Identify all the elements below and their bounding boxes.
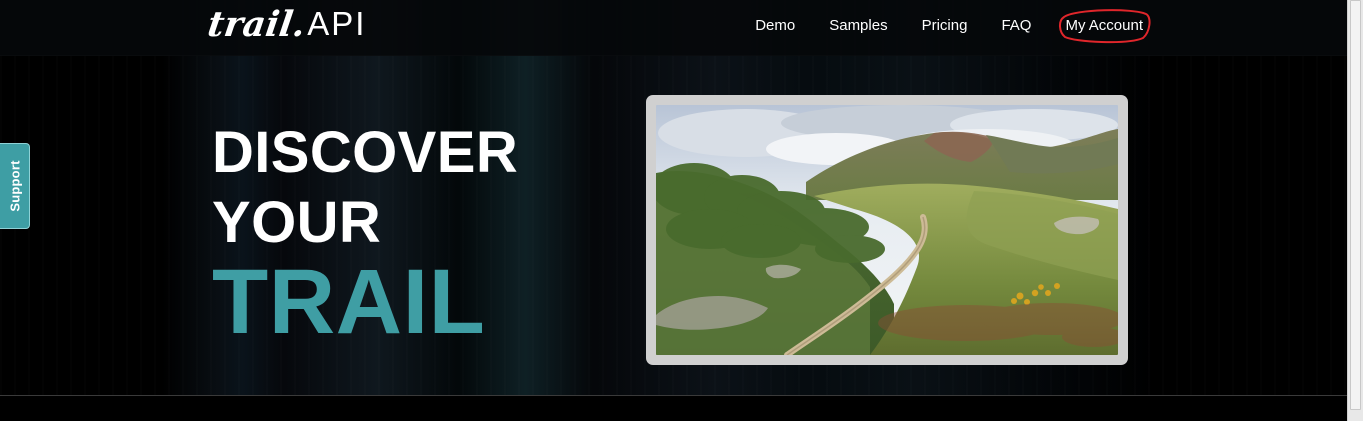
logo-script-text: trail.: [205, 3, 309, 45]
nav-my-account-label: My Account: [1065, 17, 1143, 34]
hero-photo-frame: [646, 95, 1128, 365]
site-logo[interactable]: trail. API: [205, 3, 367, 45]
nav-faq-link[interactable]: FAQ: [1001, 16, 1031, 36]
headline-line-trail: TRAIL: [212, 251, 486, 353]
nav-pricing-link[interactable]: Pricing: [922, 16, 968, 36]
nav-samples-link[interactable]: Samples: [829, 16, 887, 36]
support-tab[interactable]: Support: [0, 143, 30, 229]
vertical-scrollbar[interactable]: [1347, 0, 1363, 421]
support-label: Support: [7, 160, 22, 212]
nav-my-account-link[interactable]: My Account: [1059, 9, 1151, 44]
main-nav: Demo Samples Pricing FAQ My Account: [755, 9, 1151, 44]
logo-api-text: API: [307, 4, 367, 42]
hero-headline: DISCOVER YOUR TRAIL: [212, 118, 572, 350]
page-bottom-area: [0, 396, 1347, 421]
headline-line-discover: DISCOVER: [212, 120, 519, 185]
headline-line-your: YOUR: [212, 190, 382, 255]
nav-demo-link[interactable]: Demo: [755, 16, 795, 36]
trail-landscape-image: [656, 105, 1118, 355]
top-navigation-bar: [0, 0, 1347, 56]
scrollbar-thumb[interactable]: [1350, 0, 1361, 410]
